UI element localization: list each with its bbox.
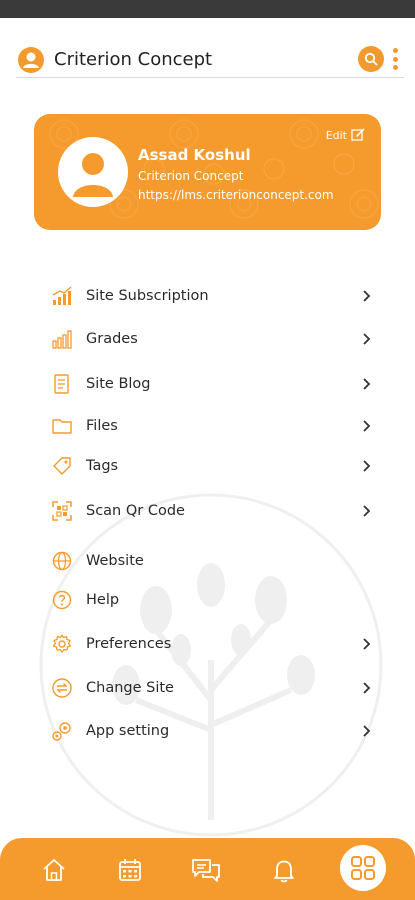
profile-card[interactable]: Assad Koshul Criterion Concept https://l… bbox=[34, 114, 381, 230]
menu-label: Website bbox=[86, 553, 144, 569]
help-icon bbox=[50, 588, 74, 612]
menu-label: Help bbox=[86, 592, 120, 608]
status-bar bbox=[0, 0, 415, 18]
profile-url[interactable]: https://lms.criterionconcept.com bbox=[138, 188, 334, 202]
menu-item-help[interactable]: Help bbox=[0, 580, 415, 620]
calendar-icon[interactable] bbox=[112, 852, 148, 888]
user-circle-icon[interactable] bbox=[18, 46, 44, 73]
menu-item-grades[interactable]: Grades bbox=[0, 319, 415, 359]
menu-label: Tags bbox=[86, 458, 119, 474]
menu-item-tags[interactable]: Tags bbox=[0, 446, 415, 486]
app-header: Criterion Concept bbox=[16, 42, 404, 78]
profile-organization: Criterion Concept bbox=[138, 169, 244, 183]
menu-item-app-setting[interactable]: App setting bbox=[0, 711, 415, 751]
chevron-right-icon bbox=[363, 420, 371, 432]
tag-icon bbox=[50, 454, 74, 478]
chart-up-icon bbox=[50, 284, 74, 308]
grid-icon[interactable] bbox=[340, 845, 386, 891]
chevron-right-icon bbox=[363, 378, 371, 390]
menu-label: Change Site bbox=[86, 680, 174, 696]
menu-label: Scan Qr Code bbox=[86, 503, 185, 519]
user-avatar-icon[interactable] bbox=[58, 137, 128, 207]
scan-qr-icon bbox=[50, 499, 74, 523]
edit-label: Edit bbox=[325, 128, 347, 142]
chevron-right-icon bbox=[363, 682, 371, 694]
menu-label: App setting bbox=[86, 723, 170, 739]
edit-icon bbox=[351, 128, 365, 141]
menu-label: Site Subscription bbox=[86, 288, 209, 304]
gear-icon bbox=[50, 632, 74, 656]
messages-icon[interactable] bbox=[188, 852, 224, 888]
menu-item-files[interactable]: Files bbox=[0, 406, 415, 446]
chevron-right-icon bbox=[363, 638, 371, 650]
swap-icon bbox=[50, 676, 74, 700]
menu-item-site-subscription[interactable]: Site Subscription bbox=[0, 276, 415, 316]
menu-item-site-blog[interactable]: Site Blog bbox=[0, 364, 415, 404]
search-icon[interactable] bbox=[358, 46, 384, 72]
chevron-right-icon bbox=[363, 333, 371, 345]
chevron-right-icon bbox=[363, 505, 371, 517]
bell-icon[interactable] bbox=[266, 852, 302, 888]
folder-icon bbox=[50, 414, 74, 438]
menu-item-preferences[interactable]: Preferences bbox=[0, 624, 415, 664]
bottom-nav bbox=[0, 838, 415, 900]
menu-label: Preferences bbox=[86, 636, 172, 652]
chevron-right-icon bbox=[363, 290, 371, 302]
globe-icon bbox=[50, 549, 74, 573]
edit-profile-button[interactable]: Edit bbox=[326, 128, 365, 142]
chevron-right-icon bbox=[363, 725, 371, 737]
menu-item-website[interactable]: Website bbox=[0, 541, 415, 581]
bar-chart-icon bbox=[50, 327, 74, 351]
menu-label: Grades bbox=[86, 331, 138, 347]
gears-icon bbox=[50, 719, 74, 743]
blog-document-icon bbox=[50, 372, 74, 396]
menu-item-change-site[interactable]: Change Site bbox=[0, 668, 415, 708]
menu-label: Files bbox=[86, 418, 118, 434]
chevron-right-icon bbox=[363, 460, 371, 472]
profile-name: Assad Koshul bbox=[138, 146, 251, 164]
menu-label: Site Blog bbox=[86, 376, 151, 392]
home-icon[interactable] bbox=[36, 852, 72, 888]
kebab-menu-icon[interactable] bbox=[390, 46, 400, 72]
menu-item-scan-qr-code[interactable]: Scan Qr Code bbox=[0, 491, 415, 531]
app-title: Criterion Concept bbox=[54, 49, 213, 70]
header-actions bbox=[358, 46, 400, 72]
